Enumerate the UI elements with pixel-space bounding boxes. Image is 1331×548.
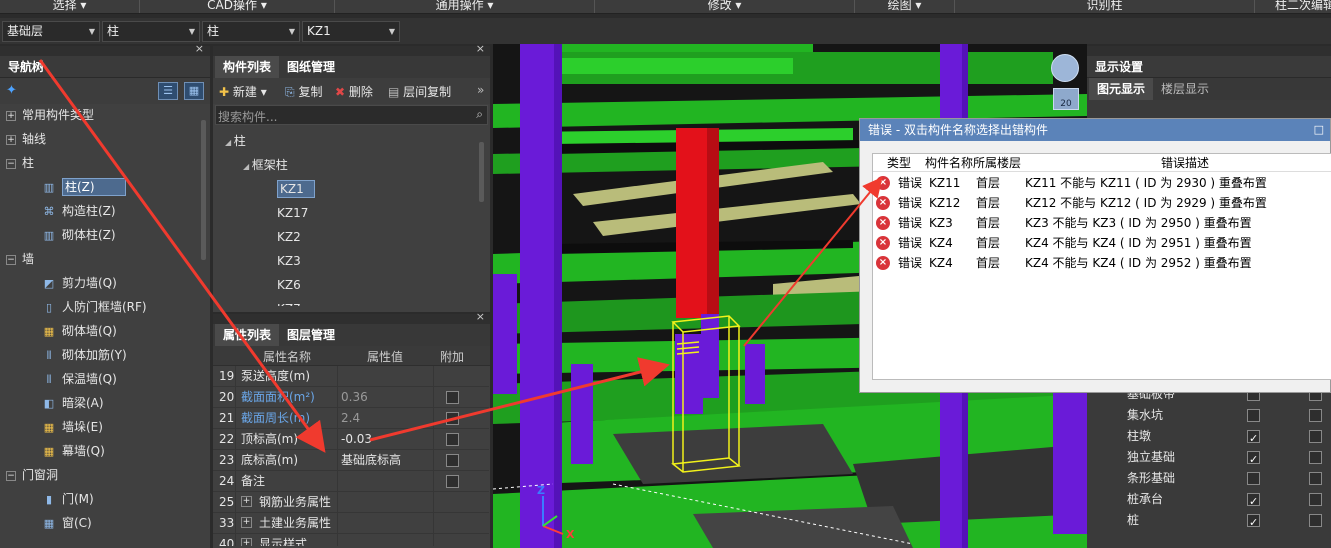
annotation-arrows — [38, 59, 883, 453]
